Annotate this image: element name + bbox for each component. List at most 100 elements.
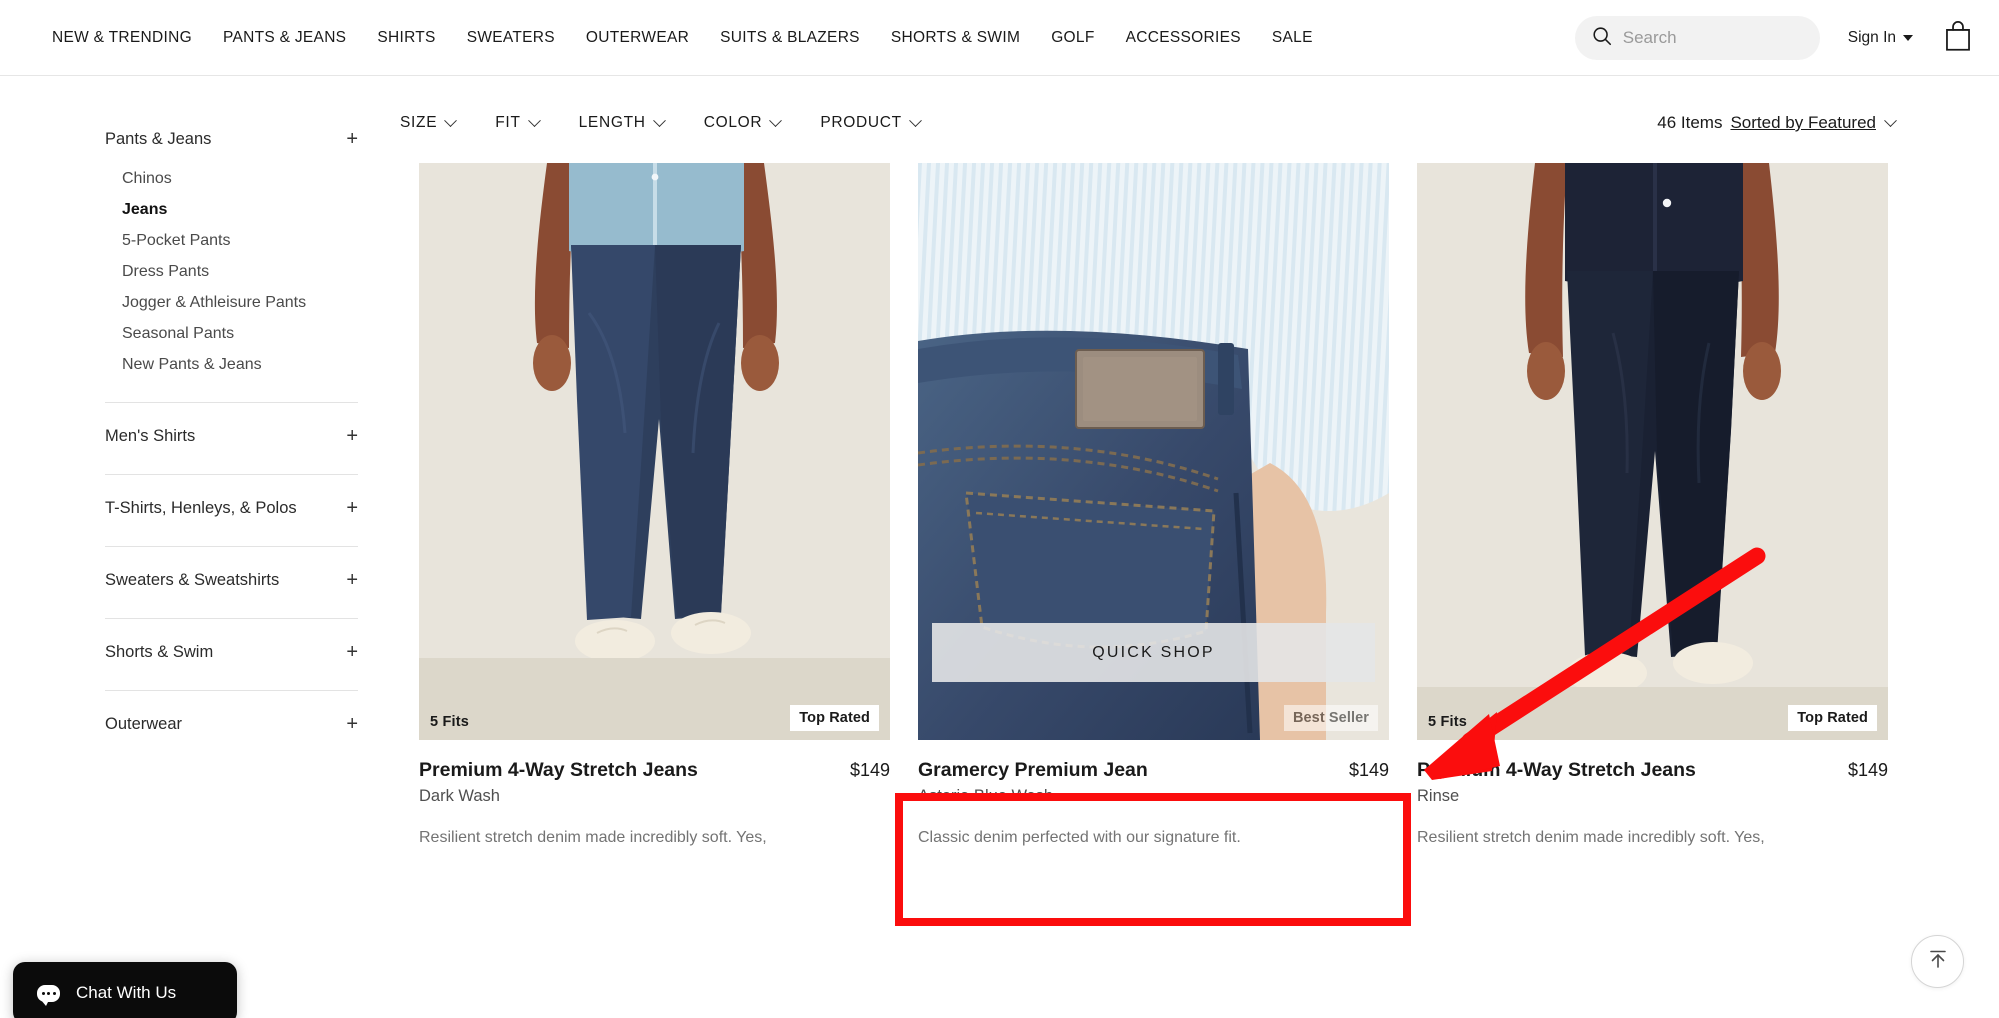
product-grid: 5 Fits Top Rated Premium 4-Way Stretch J… — [400, 146, 1999, 851]
filter-fit[interactable]: FIT — [495, 113, 541, 132]
sidebar-group-shorts-swim-header[interactable]: Shorts & Swim + — [105, 636, 358, 668]
filter-product[interactable]: PRODUCT — [820, 113, 922, 132]
chat-with-us-label: Chat With Us — [76, 983, 177, 1002]
filter-length[interactable]: LENGTH — [579, 113, 666, 132]
product-photo-1 — [419, 163, 890, 740]
sidebar-item-5-pocket-pants[interactable]: 5-Pocket Pants — [105, 225, 400, 256]
chevron-down-icon — [908, 113, 922, 127]
product-price: $149 — [1348, 760, 1389, 780]
product-card: 5 Fits Top Rated Premium 4-Way Stretch J… — [1417, 163, 1888, 851]
fits-badge: 5 Fits — [1428, 714, 1468, 730]
status-badge: Top Rated — [1788, 705, 1877, 731]
product-card-1-info: Premium 4-Way Stretch Jeans $149 Dark Wa… — [419, 740, 890, 851]
shopping-bag-icon — [1943, 20, 1973, 57]
sign-in-menu[interactable]: Sign In — [1848, 29, 1913, 47]
main-content: SIZE FIT LENGTH COLOR PRODUCT 46 Items Sorte… — [400, 76, 1999, 851]
header-utilities: Sign In — [1574, 0, 1973, 76]
nav-new-trending[interactable]: NEW & TRENDING — [52, 29, 192, 47]
chevron-down-icon — [527, 113, 541, 127]
sign-in-label: Sign In — [1847, 29, 1896, 46]
product-title[interactable]: Premium 4-Way Stretch Jeans — [1417, 759, 1696, 782]
expand-plus-icon[interactable]: + — [346, 426, 358, 446]
sidebar-group-tshirts-henleys-polos: T-Shirts, Henleys, & Polos + — [105, 475, 400, 524]
product-title[interactable]: Premium 4-Way Stretch Jeans — [419, 759, 698, 782]
sidebar-item-jeans[interactable]: Jeans — [105, 194, 400, 225]
filter-group: SIZE FIT LENGTH COLOR PRODUCT — [400, 113, 922, 132]
nav-shorts-swim[interactable]: SHORTS & SWIM — [891, 29, 1020, 47]
page-root: NEW & TRENDING PANTS & JEANS SHIRTS SWEATER… — [0, 0, 1999, 1018]
sidebar-group-mens-shirts: Men's Shirts + — [105, 403, 400, 452]
sidebar-group-outerwear: Outerwear + — [105, 691, 400, 740]
sort-by-link[interactable]: Sorted by Featured — [1730, 113, 1876, 133]
filter-size-label: SIZE — [400, 114, 438, 131]
chat-bubble-icon — [37, 984, 60, 1006]
status-badge: Top Rated — [790, 705, 879, 731]
search-input-wrapper[interactable] — [1574, 16, 1820, 60]
sidebar-group-label: Outerwear — [105, 714, 183, 733]
expand-plus-icon[interactable]: + — [346, 570, 358, 590]
product-card-1-image[interactable]: 5 Fits Top Rated — [419, 163, 890, 740]
nav-pants-jeans[interactable]: PANTS & JEANS — [223, 29, 346, 47]
sidebar-group-label: Men's Shirts — [105, 426, 196, 445]
sidebar-item-dress-pants[interactable]: Dress Pants — [105, 256, 400, 287]
product-card-2-info: Gramercy Premium Jean $149 Astoria Blue … — [918, 740, 1389, 851]
product-color: Dark Wash — [419, 787, 500, 805]
sidebar-group-tshirts-henleys-polos-header[interactable]: T-Shirts, Henleys, & Polos + — [105, 492, 358, 524]
filter-product-label: PRODUCT — [820, 114, 902, 131]
sidebar-group-sweaters-sweatshirts-header[interactable]: Sweaters & Sweatshirts + — [105, 564, 358, 596]
chevron-down-icon — [1884, 113, 1897, 127]
primary-navigation: NEW & TRENDING PANTS & JEANS SHIRTS SWEATER… — [52, 29, 1313, 47]
product-color: Astoria Blue Wash — [918, 787, 1054, 805]
category-sidebar: Pants & Jeans + Chinos Jeans 5-Pocket Pants D… — [0, 76, 400, 851]
filter-fit-label: FIT — [495, 114, 521, 131]
nav-accessories[interactable]: ACCESSORIES — [1126, 29, 1241, 47]
product-card: QUICK SHOP Best Seller Gramercy Premium … — [918, 163, 1389, 851]
expand-plus-icon[interactable]: + — [346, 714, 358, 734]
sidebar-group-shorts-swim: Shorts & Swim + — [105, 619, 400, 668]
nav-shirts[interactable]: SHIRTS — [377, 29, 435, 47]
sidebar-item-jogger-athleisure-pants[interactable]: Jogger & Athleisure Pants — [105, 287, 400, 318]
sidebar-group-label: T-Shirts, Henleys, & Polos — [105, 498, 297, 517]
sidebar-group-pants-jeans: Pants & Jeans + Chinos Jeans 5-Pocket Pants D… — [105, 106, 400, 380]
product-description: Resilient stretch denim made incredibly … — [1417, 829, 1765, 846]
filter-toolbar: SIZE FIT LENGTH COLOR PRODUCT 46 Items Sorte… — [400, 100, 1999, 146]
fits-badge: 5 Fits — [430, 714, 470, 730]
expand-plus-icon[interactable]: + — [346, 129, 358, 149]
chevron-down-icon — [652, 113, 666, 127]
nav-sale[interactable]: SALE — [1272, 29, 1313, 47]
sidebar-item-chinos[interactable]: Chinos — [105, 163, 400, 194]
nav-golf[interactable]: GOLF — [1051, 29, 1094, 47]
chat-with-us-button[interactable]: Chat With Us — [13, 962, 237, 1018]
sidebar-group-label: Pants & Jeans — [105, 129, 212, 148]
nav-outerwear[interactable]: OUTERWEAR — [586, 29, 689, 47]
product-card-3-image[interactable]: 5 Fits Top Rated — [1417, 163, 1888, 740]
product-card: 5 Fits Top Rated Premium 4-Way Stretch J… — [419, 163, 890, 851]
site-header: NEW & TRENDING PANTS & JEANS SHIRTS SWEATER… — [0, 0, 1999, 76]
product-price: $149 — [849, 760, 890, 780]
product-photo-3 — [1417, 163, 1888, 740]
filter-color[interactable]: COLOR — [704, 113, 783, 132]
search-input[interactable] — [1622, 28, 1798, 48]
product-card-2-image[interactable]: QUICK SHOP Best Seller — [918, 163, 1389, 740]
product-description: Resilient stretch denim made incredibly … — [419, 829, 767, 846]
expand-plus-icon[interactable]: + — [346, 498, 358, 518]
sidebar-group-outerwear-header[interactable]: Outerwear + — [105, 708, 358, 740]
sidebar-group-sweaters-sweatshirts: Sweaters & Sweatshirts + — [105, 547, 400, 596]
sidebar-group-mens-shirts-header[interactable]: Men's Shirts + — [105, 420, 358, 452]
shopping-bag-button[interactable] — [1943, 20, 1973, 57]
nav-suits-blazers[interactable]: SUITS & BLAZERS — [720, 29, 860, 47]
nav-sweaters[interactable]: SWEATERS — [467, 29, 555, 47]
sidebar-group-label: Shorts & Swim — [105, 642, 214, 661]
expand-plus-icon[interactable]: + — [346, 642, 358, 662]
quick-shop-button[interactable]: QUICK SHOP — [932, 623, 1375, 682]
page-body: Pants & Jeans + Chinos Jeans 5-Pocket Pants D… — [0, 76, 1999, 851]
sidebar-item-new-pants-jeans[interactable]: New Pants & Jeans — [105, 349, 400, 380]
product-title[interactable]: Gramercy Premium Jean — [918, 759, 1148, 782]
product-color: Rinse — [1417, 787, 1460, 805]
sidebar-item-seasonal-pants[interactable]: Seasonal Pants — [105, 318, 400, 349]
chevron-down-icon — [769, 113, 783, 127]
filter-size[interactable]: SIZE — [400, 113, 458, 132]
back-to-top-button[interactable] — [1911, 935, 1964, 988]
sidebar-group-pants-jeans-header[interactable]: Pants & Jeans + — [105, 123, 358, 155]
chevron-down-icon — [444, 113, 458, 127]
